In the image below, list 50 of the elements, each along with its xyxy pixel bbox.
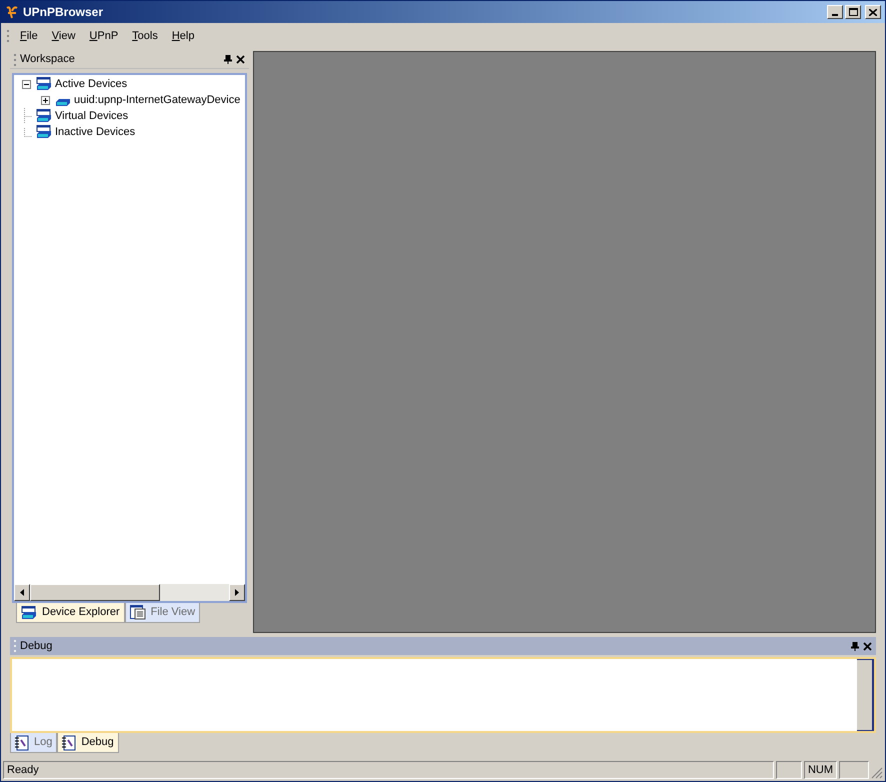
tab[interactable]: File View [124,603,200,623]
panel-title: Workspace [20,52,75,68]
horizontal-scrollbar[interactable] [14,584,245,601]
menu-item[interactable]: UPnP [82,26,126,46]
left-arrow-icon [20,589,24,596]
close-icon [869,8,877,16]
panel-title: Debug [20,638,52,654]
scroll-thumb[interactable] [30,584,160,601]
pin-icon[interactable] [851,642,859,650]
resize-grip-icon[interactable] [871,767,883,779]
tab[interactable]: Device Explorer [16,603,125,623]
device-folder-icon [36,77,52,91]
notebook-icon [15,734,29,750]
vertical-scrollbar[interactable] [857,659,874,731]
status-pane [776,761,802,779]
menu-item[interactable]: Tools [125,26,165,46]
right-arrow-icon [235,589,239,596]
tree-line [24,108,32,124]
menu-item[interactable]: File [13,26,45,46]
menu-item[interactable]: View [44,26,82,46]
tree-item[interactable]: uuid:upnp-InternetGatewayDevice [73,92,242,108]
device-folder-icon [21,606,37,620]
tree-item[interactable]: Inactive Devices [54,124,136,140]
maximize-icon [848,8,858,16]
minimize-icon [832,14,838,16]
document-list-icon [130,605,146,620]
status-indicator: NUM [804,761,837,779]
pin-icon[interactable] [224,55,232,64]
notebook-icon [62,734,76,750]
tab[interactable]: Debug [57,733,119,753]
device-folder-icon [36,125,52,139]
minimize-button[interactable] [827,5,843,19]
tree-line [24,128,32,136]
menu-item[interactable]: Help [164,26,202,46]
tab[interactable]: Log [10,733,58,753]
status-pane [839,761,869,779]
status-text: Ready [3,761,774,779]
app-icon [5,5,19,19]
collapse-icon[interactable] [22,80,30,88]
maximize-button[interactable] [845,5,861,19]
tree-item[interactable]: Active Devices [54,76,128,92]
tree-item[interactable]: Virtual Devices [54,108,130,124]
expand-icon[interactable] [40,96,50,104]
window-title: UPnPBrowser [23,4,104,21]
close-button[interactable] [865,5,881,19]
device-folder-icon [36,109,52,123]
scroll-right-button[interactable] [229,584,245,601]
close-icon[interactable] [236,55,245,64]
close-icon[interactable] [863,642,872,650]
scroll-left-button[interactable] [14,584,30,601]
